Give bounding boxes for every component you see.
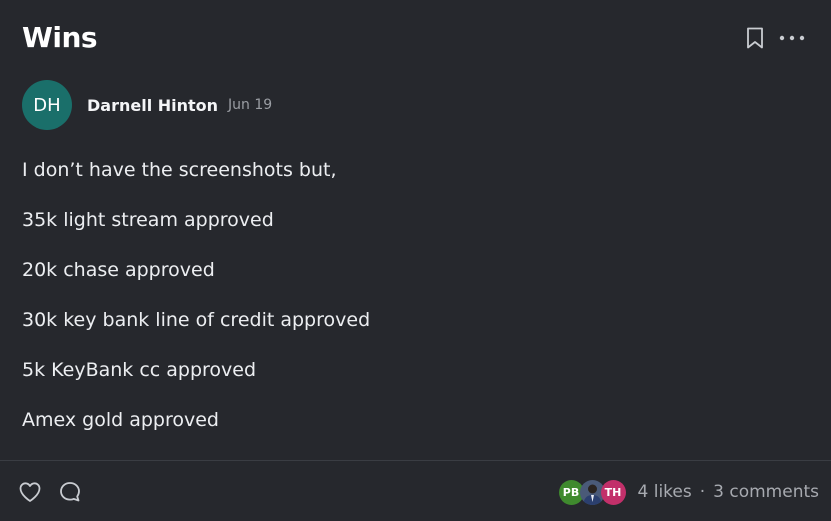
- footer-divider: [0, 460, 831, 461]
- post-header: Wins: [22, 18, 809, 58]
- post-stats: PB TH 4 likes · 3 comments: [558, 478, 819, 506]
- post-line: 5k KeyBank cc approved: [22, 359, 257, 381]
- reaction-buttons: [18, 480, 82, 504]
- likes-count[interactable]: 4 likes: [638, 482, 692, 502]
- author-avatar[interactable]: DH: [22, 80, 72, 130]
- author-name[interactable]: Darnell Hinton: [87, 96, 218, 115]
- post-line: 30k key bank line of credit approved: [22, 309, 371, 331]
- post-line: Amex gold approved: [22, 409, 219, 431]
- post-date: Jun 19: [228, 97, 273, 113]
- bookmark-icon[interactable]: [745, 26, 765, 50]
- comments-count[interactable]: 3 comments: [713, 482, 819, 502]
- heart-icon[interactable]: [18, 481, 42, 503]
- liker-initials: TH: [604, 485, 622, 499]
- post-title: Wins: [22, 21, 98, 54]
- post-line: I don’t have the screenshots but,: [22, 159, 337, 181]
- author-initials: DH: [33, 94, 61, 116]
- comment-icon[interactable]: [58, 480, 82, 504]
- liker-avatars[interactable]: PB TH: [558, 479, 626, 505]
- stats-separator: ·: [699, 482, 706, 502]
- post-line: 20k chase approved: [22, 259, 215, 281]
- more-horizontal-icon[interactable]: [779, 34, 805, 42]
- liker-initials: PB: [562, 485, 580, 499]
- liker-avatar: TH: [600, 479, 626, 505]
- author-row: DH Darnell Hinton Jun 19: [22, 80, 272, 130]
- post-line: 35k light stream approved: [22, 209, 274, 231]
- post-footer: PB TH 4 likes · 3 comments: [18, 476, 819, 508]
- post-body: I don’t have the screenshots but, 35k li…: [22, 156, 809, 456]
- header-actions: [745, 26, 805, 50]
